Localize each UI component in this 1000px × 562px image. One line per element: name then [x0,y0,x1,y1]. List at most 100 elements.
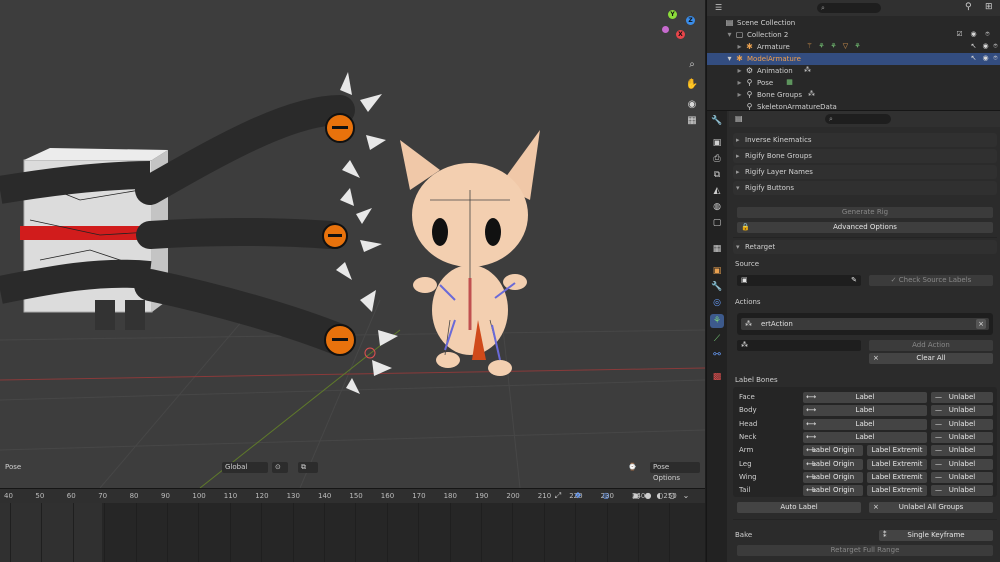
view-layer-tab-icon[interactable]: ⧉ [710,168,724,182]
transform-orientation-dropdown[interactable]: Global [222,462,268,473]
gizmo-toggle-icon[interactable]: ✥ [572,490,584,501]
panel-rigify-buttons[interactable]: ▾ Rigify Buttons [733,181,997,195]
unlabel-all-groups-button[interactable]: × Unlabel All Groups [869,502,993,513]
outliner-row-modelarmature[interactable]: ▾ ✱ ModelArmature ↖ ◉ ⌾ [707,53,1000,65]
properties-editor[interactable]: 🔧 ▣ ⎙ ⧉ ◭ ◍ ▢ ▦ ▣ 🔧 ◎ ⚘ ⟋ ⚯ ▩ ▤ ⌕ ▸ Inver… [706,110,1000,562]
armature-data-tab-icon[interactable]: ⚘ [710,314,724,328]
outliner-row-scene-collection[interactable]: ▤ Scene Collection [707,17,1000,29]
physics-tab-icon[interactable]: ◎ [710,296,724,310]
3d-viewport[interactable]: Y Z X ⌕ ✋ ◉ ▦ Pose Global ⊙ ⧉ ⌚ Pose Opt… [0,0,705,488]
outliner-row-collection[interactable]: ▾ ▢ Collection 2 ☑ ◉ ⌾ [707,29,1000,41]
texture-tab-icon-2[interactable]: ▩ [710,370,724,384]
select-icon[interactable]: ↖ [969,42,978,51]
modifier-tab-icon[interactable]: 🔧 [710,280,724,294]
filter-icon[interactable]: ⚲ [965,2,972,12]
check-source-labels-button[interactable]: ✓ Check Source Labels [869,275,993,286]
properties-search-input[interactable]: ⌕ [825,114,891,124]
unlabel-button[interactable]: — Unlabel [931,485,993,497]
new-action-field[interactable]: ⁂ [737,340,861,351]
overlay-toggle-icon[interactable]: ◎ [600,490,612,501]
generate-rig-button[interactable]: Generate Rig [737,207,993,218]
solid-shading-icon[interactable]: ● [642,490,654,501]
gizmo-y-axis[interactable]: Y [668,10,677,19]
outliner-row-armature[interactable]: ▸ ✱ Armature ⚚ ⚘ ⚘ ▽ ⚘ ↖ ◉ ⌾ [707,41,1000,53]
unlabel-button[interactable]: — Unlabel [931,418,993,430]
label-button[interactable]: ⟷ Label Origin [803,485,863,497]
display-mode-icon[interactable]: ☰ [715,3,722,12]
panel-inverse-kinematics[interactable]: ▸ Inverse Kinematics [733,133,997,147]
eye-icon[interactable]: ◉ [969,30,978,39]
scene-tab-icon[interactable]: ◭ [710,184,724,198]
remove-action-icon[interactable]: × [976,319,986,329]
gizmo-x-axis[interactable]: X [676,30,685,39]
shading-options-icon[interactable]: ⌄ [680,490,692,501]
camera-render-icon[interactable]: ⌾ [983,30,992,39]
pivot-icon[interactable]: ⊙ [272,462,288,473]
eye-icon[interactable]: ◉ [981,54,990,63]
bake-mode-dropdown[interactable]: ⁑ Single Keyframe [879,530,993,541]
frame-ruler[interactable]: 40 50 60 70 80 90 100 110 120 130 140 150 160 170 180 1… [0,489,705,503]
outliner-row-armature-data[interactable]: ⚲ SkeletonArmatureData [707,101,1000,110]
pin-icon[interactable]: ▤ [735,114,743,123]
action-item[interactable]: ⁂ ertAction × [741,318,989,330]
outliner-row-pose[interactable]: ▸ ⚲ Pose ▦ [707,77,1000,89]
gizmo-neg-x[interactable] [662,26,669,33]
world-tab-icon[interactable]: ◍ [710,200,724,214]
rendered-shading-icon[interactable]: ○ [666,490,678,501]
expand-arrow-icon[interactable]: ▸ [735,78,744,87]
new-collection-icon[interactable]: ⊞ [985,2,993,12]
camera-render-icon[interactable]: ⌾ [991,42,1000,51]
constraint-tab-icon[interactable]: ⚯ [710,348,724,362]
label-button[interactable]: ⟷ Label [803,418,927,430]
texture-tab-icon[interactable]: ▦ [710,242,724,256]
overlay-icon[interactable]: ⌚ [625,462,639,473]
source-field[interactable]: ▣ ✎ [737,275,861,286]
zoom-icon[interactable]: ⌕ [685,58,699,72]
unlabel-button[interactable]: — Unlabel [931,431,993,443]
panel-rigify-bone-groups[interactable]: ▸ Rigify Bone Groups [733,149,997,163]
object-tab-icon[interactable]: ▣ [710,264,724,278]
actions-list[interactable]: ⁂ ertAction × [737,313,993,335]
panel-retarget[interactable]: ▾ Retarget [733,240,997,254]
camera-render-icon[interactable]: ⌾ [991,54,1000,63]
xray-icon[interactable]: ▣ [630,490,642,501]
gizmo-z-axis[interactable]: Z [686,16,695,25]
bone-tab-icon[interactable]: ⟋ [710,332,724,346]
label-button[interactable]: ⟷ Label Origin [803,458,863,470]
outliner-search-input[interactable]: ⌕ [817,3,881,13]
outliner[interactable]: ☰ ⌕ ⚲ ⊞ ▤ Scene Collection ▾ ▢ Collectio… [706,0,1000,110]
label-extremity-button[interactable]: Label Extremit [867,485,927,497]
expand-arrow-icon[interactable]: ▸ [735,66,744,75]
viewport-toggle-icon[interactable]: ⤢ [552,490,564,501]
label-button[interactable]: ⟷ Label [803,392,927,403]
mode-label[interactable]: Pose [2,462,24,473]
auto-label-button[interactable]: Auto Label [737,502,861,513]
timeline[interactable]: 40 50 60 70 80 90 100 110 120 130 140 150 160 170 180 1… [0,488,705,562]
snap-icon[interactable]: ⧉ [298,462,318,473]
label-extremity-button[interactable]: Label Extremit [867,471,927,483]
output-tab-icon[interactable]: ⎙ [710,152,724,166]
outliner-row-animation[interactable]: ▸ ⚙ Animation ⁂ [707,65,1000,77]
select-icon[interactable]: ↖ [969,54,978,63]
hand-icon[interactable]: ✋ [685,78,699,92]
clear-all-button[interactable]: × Clear All [869,353,993,364]
eyedropper-icon[interactable]: ✎ [851,275,857,286]
pose-options-dropdown[interactable]: Pose Options [650,462,700,482]
grid-icon[interactable]: ▦ [685,114,699,128]
camera-icon[interactable]: ◉ [685,98,699,112]
outliner-row-bone-groups[interactable]: ▸ ⚲ Bone Groups ⁂ [707,89,1000,101]
label-extremity-button[interactable]: Label Extremit [867,445,927,457]
checkbox-icon[interactable]: ☑ [955,30,964,39]
tool-tab-icon[interactable]: 🔧 [710,114,724,128]
expand-arrow-icon[interactable]: ▾ [725,30,734,39]
label-extremity-button[interactable]: Label Extremit [867,458,927,470]
panel-rigify-layer-names[interactable]: ▸ Rigify Layer Names [733,165,997,179]
unlabel-button[interactable]: — Unlabel [931,405,993,417]
expand-arrow-icon[interactable]: ▸ [735,42,744,51]
unlabel-button[interactable]: — Unlabel [931,392,993,403]
unlabel-button[interactable]: — Unlabel [931,445,993,457]
retarget-full-range-button[interactable]: Retarget Full Range [737,545,993,556]
expand-arrow-icon[interactable]: ▸ [735,90,744,99]
render-tab-icon[interactable]: ▣ [710,136,724,150]
label-button[interactable]: ⟷ Label Origin [803,471,863,483]
